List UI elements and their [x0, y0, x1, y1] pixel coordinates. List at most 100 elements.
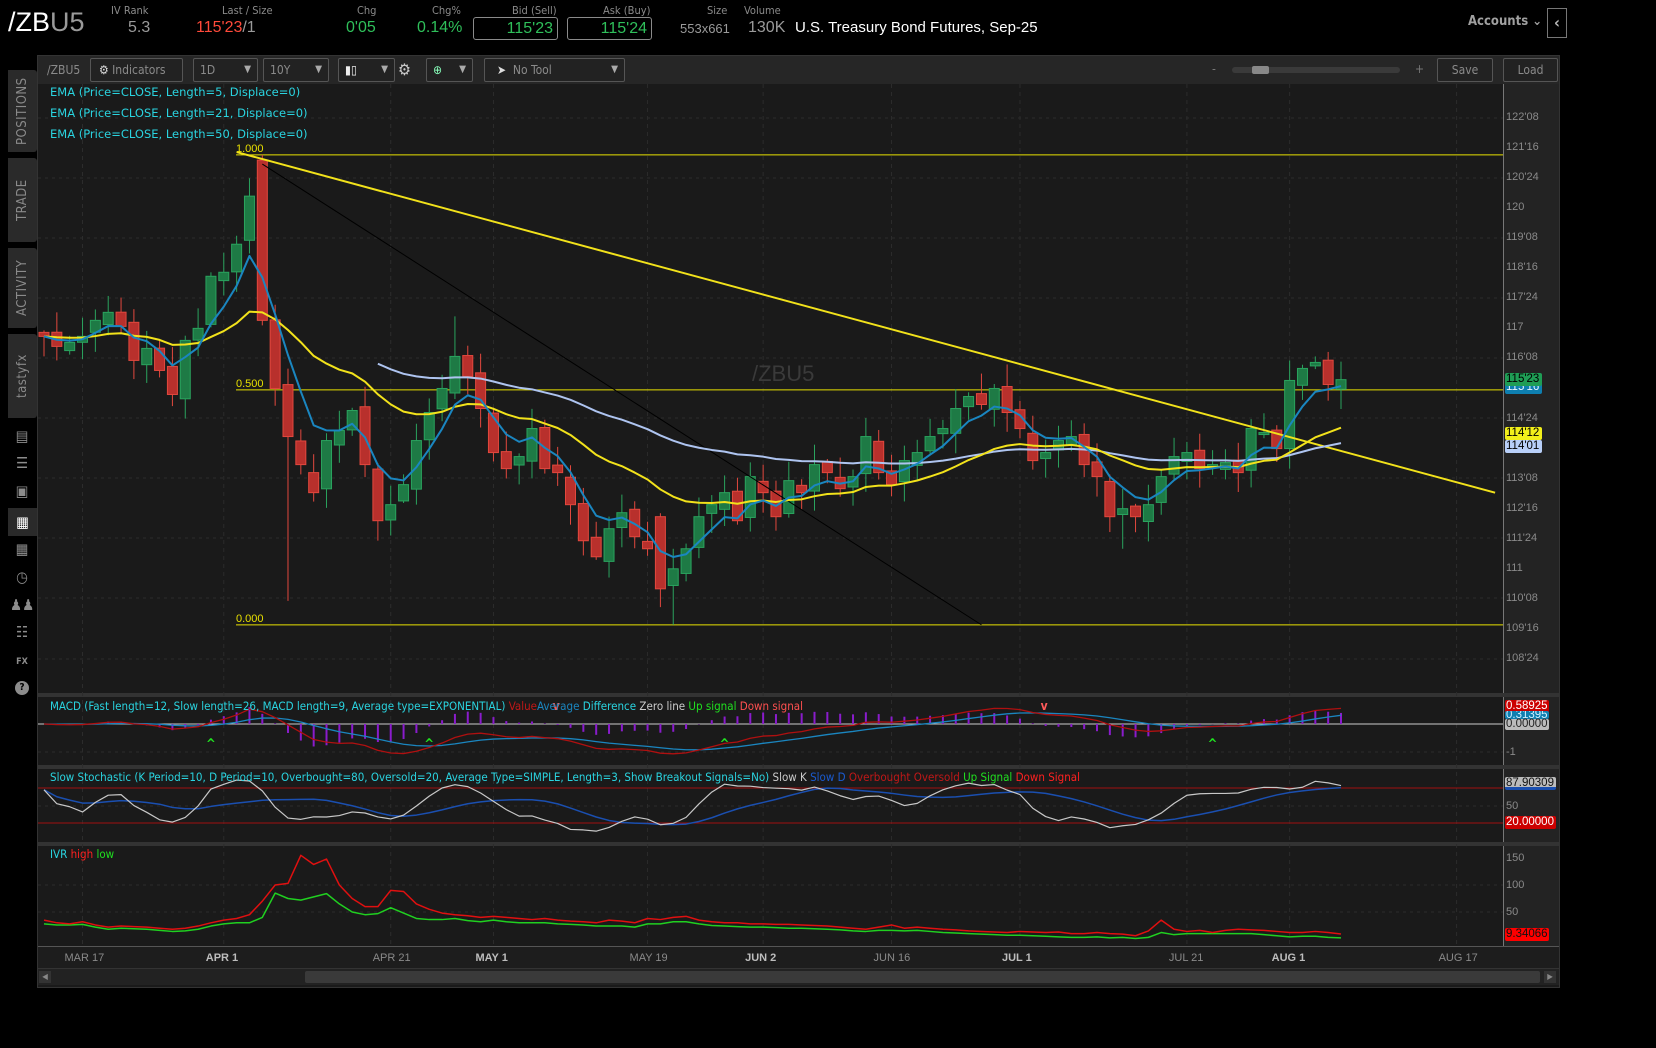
- candle-body: [244, 196, 254, 240]
- time-axis-label: AUG 1: [1272, 952, 1306, 964]
- candle-up: [989, 384, 999, 427]
- candle-body: [206, 276, 216, 324]
- candle-down: [887, 455, 897, 497]
- candle-up: [219, 253, 229, 296]
- stoch-title[interactable]: Slow Stochastic (K Period=10, D Period=1…: [50, 770, 769, 784]
- trendline: [262, 164, 981, 625]
- candle-down: [463, 346, 473, 395]
- candle-body: [938, 429, 948, 434]
- candle-up: [925, 419, 935, 454]
- candle-down: [578, 488, 588, 556]
- candle-body: [360, 407, 370, 465]
- time-axis-label: JUL 21: [1169, 952, 1203, 964]
- time-axis-label: JUN 16: [874, 952, 911, 964]
- price-axis-label: 120'24: [1506, 171, 1539, 183]
- candle-body: [411, 441, 421, 490]
- candle-down: [976, 374, 986, 410]
- ema50-label[interactable]: EMA (Price=CLOSE, Length=50, Displace=0): [50, 127, 308, 141]
- candle-up: [964, 392, 974, 419]
- candle-body: [707, 505, 717, 514]
- ivr-value-tag: 9.34066: [1505, 928, 1549, 941]
- candle-body: [976, 394, 986, 405]
- macd-title[interactable]: MACD (Fast length=12, Slow length=26, MA…: [50, 699, 505, 713]
- price-axis-label: 122'08: [1506, 111, 1539, 123]
- candle-body: [501, 452, 511, 469]
- candle-body: [296, 441, 306, 465]
- ivr-legend-high: high: [71, 847, 94, 861]
- candle-body: [270, 320, 280, 389]
- scroll-right-arrow-icon[interactable]: ▶: [1544, 971, 1556, 983]
- candle-down: [797, 479, 807, 509]
- ema21-line: [44, 312, 1341, 504]
- scrollbar-thumb[interactable]: [305, 971, 1540, 983]
- candle-body: [578, 504, 588, 541]
- ivr-axis-label: 100: [1506, 879, 1524, 891]
- candle-down: [39, 330, 49, 356]
- price-axis-label: 108'24: [1506, 652, 1539, 664]
- candle-down: [296, 429, 306, 474]
- stoch-legend-slow-d: Slow D: [810, 770, 846, 784]
- candle-body: [1028, 433, 1038, 460]
- macd-legend-value: Value: [509, 699, 537, 713]
- candle-up: [681, 544, 691, 582]
- candle-up: [1169, 438, 1179, 480]
- time-axis-label: JUL 1: [1002, 952, 1032, 964]
- scroll-left-arrow-icon[interactable]: ◀: [39, 971, 51, 983]
- candle-body: [167, 366, 177, 394]
- candle-down: [591, 522, 601, 560]
- candle-body: [732, 491, 742, 520]
- candle-down: [758, 465, 768, 513]
- price-axis-label: 118'16: [1506, 261, 1538, 273]
- time-axis-label: MAY 1: [475, 952, 507, 964]
- ema5-label[interactable]: EMA (Price=CLOSE, Length=5, Displace=0): [50, 85, 300, 99]
- candle-up: [1297, 365, 1307, 400]
- candle-up: [411, 424, 421, 505]
- macd-legend: MACD (Fast length=12, Slow length=26, MA…: [50, 699, 803, 713]
- price-tag: 115'23: [1505, 373, 1542, 386]
- price-axis-label: 114'24: [1506, 412, 1538, 424]
- ema21-label[interactable]: EMA (Price=CLOSE, Length=21, Displace=0): [50, 106, 308, 120]
- time-axis-label: JUN 2: [745, 952, 776, 964]
- candle-up: [180, 336, 190, 419]
- candle-body: [424, 413, 434, 440]
- time-axis-label: APR 21: [373, 952, 411, 964]
- stoch-k-tag: 87.90309: [1505, 777, 1556, 790]
- stoch-legend-up-signal: Up Signal: [963, 770, 1012, 784]
- candle-body: [668, 569, 678, 586]
- macd-axis-label: -1: [1506, 746, 1516, 758]
- candle-up: [1336, 362, 1346, 409]
- candle-down: [655, 513, 665, 607]
- macd-zero-tag: 0.00000: [1505, 719, 1549, 730]
- candle-down: [283, 369, 293, 601]
- candle-up: [514, 453, 524, 484]
- candle-body: [643, 541, 653, 548]
- candle-body: [1105, 481, 1115, 516]
- ivr-legend: IVR high low: [50, 847, 114, 861]
- candle-up: [694, 498, 704, 559]
- price-axis-label: 121'16: [1506, 141, 1539, 153]
- candle-body: [1297, 368, 1307, 385]
- candle-body: [1143, 505, 1153, 522]
- candle-up: [951, 389, 961, 453]
- price-tag: 114'12: [1505, 427, 1542, 440]
- macd-legend-difference: Difference: [583, 699, 636, 713]
- price-axis-label: 116'08: [1506, 351, 1538, 363]
- chart-canvas[interactable]: 1.0000.5000.000^^^^vv: [0, 0, 1656, 1048]
- ivr-title[interactable]: IVR: [50, 847, 67, 861]
- macd-value-line: [44, 708, 1341, 753]
- candle-down: [1105, 475, 1115, 532]
- time-axis-label: MAR 17: [65, 952, 105, 964]
- candle-body: [925, 437, 935, 451]
- candle-body: [964, 396, 974, 406]
- price-axis-label: 117: [1506, 321, 1524, 333]
- candle-body: [1259, 433, 1269, 435]
- macd-up-signal-icon: ^: [1208, 737, 1218, 752]
- candle-body: [527, 429, 537, 462]
- candle-up: [1310, 356, 1320, 369]
- horizontal-scrollbar[interactable]: ◀ ▶: [38, 968, 1559, 985]
- candle-down: [1002, 364, 1012, 431]
- macd-up-signal-icon: ^: [424, 737, 434, 752]
- candle-up: [668, 549, 678, 625]
- ivr-axis-label: 50: [1506, 906, 1518, 918]
- candle-down: [155, 339, 165, 377]
